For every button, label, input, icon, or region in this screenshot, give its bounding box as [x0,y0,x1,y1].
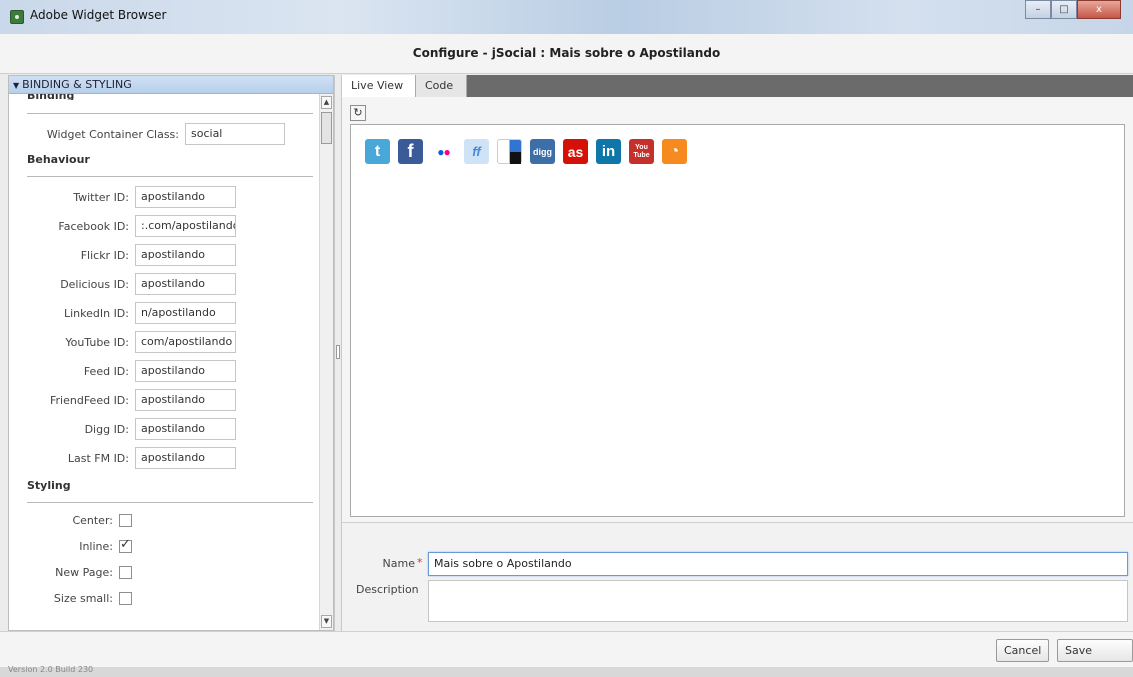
lastfm-id-label: Last FM ID: [67,452,129,465]
name-label: Name [382,557,415,570]
app-title: Adobe Widget Browser [30,8,167,22]
splitter-grip-icon[interactable] [336,345,340,359]
panel-splitter[interactable] [334,75,342,631]
twitter-id-input[interactable]: apostilando [135,186,236,208]
center-checkbox[interactable] [119,514,132,527]
social-icons-row: t f ● ● ff digg as in You Tube ◔ [365,139,687,164]
panel-scrollbar[interactable]: ▲ ▼ [319,94,333,630]
linkedin-id-label: LinkedIn ID: [63,307,129,320]
binding-styling-panel: ▼BINDING & STYLING Binding Widget Contai… [8,75,334,631]
scrollbar-thumb[interactable] [321,112,332,144]
live-view-area: ↻ t f ● ● ff digg as in You Tube ◔ [342,97,1133,522]
version-text: Version 2.0 Build 230 [8,665,94,674]
save-preset-button[interactable]: Save Preset [1057,639,1133,677]
dialog-footer: Cancel Save Preset [0,631,1133,677]
feed-id-label: Feed ID: [83,365,129,378]
new-page-checkbox[interactable] [119,566,132,579]
description-input[interactable] [428,580,1128,622]
delicious-id-label: Delicious ID: [60,278,129,291]
linkedin-icon[interactable]: in [596,139,621,164]
flickr-id-label: Flickr ID: [80,249,129,262]
close-button[interactable]: x [1077,0,1121,19]
digg-id-label: Digg ID: [84,423,129,436]
refresh-icon[interactable]: ↻ [350,105,366,121]
tab-code[interactable]: Code [416,75,467,97]
section-divider [27,176,313,177]
panel-scroll-area[interactable]: Binding Widget Container Class: social B… [9,94,319,630]
tab-live-view[interactable]: Live View [342,75,416,97]
friendfeed-icon[interactable]: ff [464,139,489,164]
lastfm-icon[interactable]: as [563,139,588,164]
container-class-input[interactable]: social [185,123,285,145]
page-title: Configure - jSocial : Mais sobre o Apost… [412,46,721,60]
collapse-triangle-icon: ▼ [13,81,20,90]
friendfeed-id-input[interactable]: apostilando [135,389,236,411]
youtube-id-label: YouTube ID: [65,336,129,349]
new-page-label: New Page: [55,566,113,579]
twitter-id-label: Twitter ID: [73,191,129,204]
section-divider [27,113,313,114]
name-input[interactable]: Mais sobre o Apostilando [428,552,1128,576]
twitter-icon[interactable]: t [365,139,390,164]
panel-header[interactable]: ▼ BINDING & STYLING [9,76,333,94]
delicious-icon[interactable] [497,139,522,164]
feed-id-input[interactable]: apostilando [135,360,236,382]
facebook-id-input[interactable]: :.com/apostilando [135,215,236,237]
maximize-button[interactable]: □ [1051,0,1077,19]
youtube-id-input[interactable]: com/apostilando [135,331,236,353]
facebook-icon[interactable]: f [398,139,423,164]
scroll-up-arrow-icon[interactable]: ▲ [321,96,332,109]
scroll-down-arrow-icon[interactable]: ▼ [321,615,332,628]
preset-form: Name * Mais sobre o Apostilando Descript… [342,522,1133,631]
delicious-id-input[interactable]: apostilando [135,273,236,295]
title-bar: Adobe Widget Browser – □ x [0,0,1133,34]
container-class-label: Widget Container Class: [46,128,179,141]
cancel-button[interactable]: Cancel [996,639,1050,662]
required-asterisk-icon: * [417,556,423,569]
facebook-id-label: Facebook ID: [58,220,129,233]
lastfm-id-input[interactable]: apostilando [135,447,236,469]
flickr-icon[interactable]: ● ● [431,139,456,164]
size-small-label: Size small: [53,592,113,605]
digg-id-input[interactable]: apostilando [135,418,236,440]
section-title-binding: Binding [27,94,74,100]
section-divider [27,502,313,503]
center-label: Center: [72,514,113,527]
window-controls: – □ x [1025,0,1121,20]
dialog-header: Configure - jSocial : Mais sobre o Apost… [0,34,1133,74]
rss-icon[interactable]: ◔ [662,139,687,164]
section-title-behaviour: Behaviour [27,153,90,166]
size-small-checkbox[interactable] [119,592,132,605]
youtube-icon[interactable]: You Tube [629,139,654,164]
linkedin-id-input[interactable]: n/apostilando [135,302,236,324]
view-tabs: Live View Code [342,75,1133,97]
inline-checkbox[interactable] [119,537,132,553]
panel-heading: BINDING & STYLING [22,78,132,91]
section-title-styling: Styling [27,479,71,492]
digg-icon[interactable]: digg [530,139,555,164]
inline-label: Inline: [79,540,113,553]
widget-preview: t f ● ● ff digg as in You Tube ◔ [350,124,1125,517]
status-bar: Version 2.0 Build 230 [0,665,1133,677]
minimize-button[interactable]: – [1025,0,1051,19]
friendfeed-id-label: FriendFeed ID: [50,394,129,407]
flickr-id-input[interactable]: apostilando [135,244,236,266]
description-label: Description [356,583,419,596]
app-icon [10,10,24,24]
